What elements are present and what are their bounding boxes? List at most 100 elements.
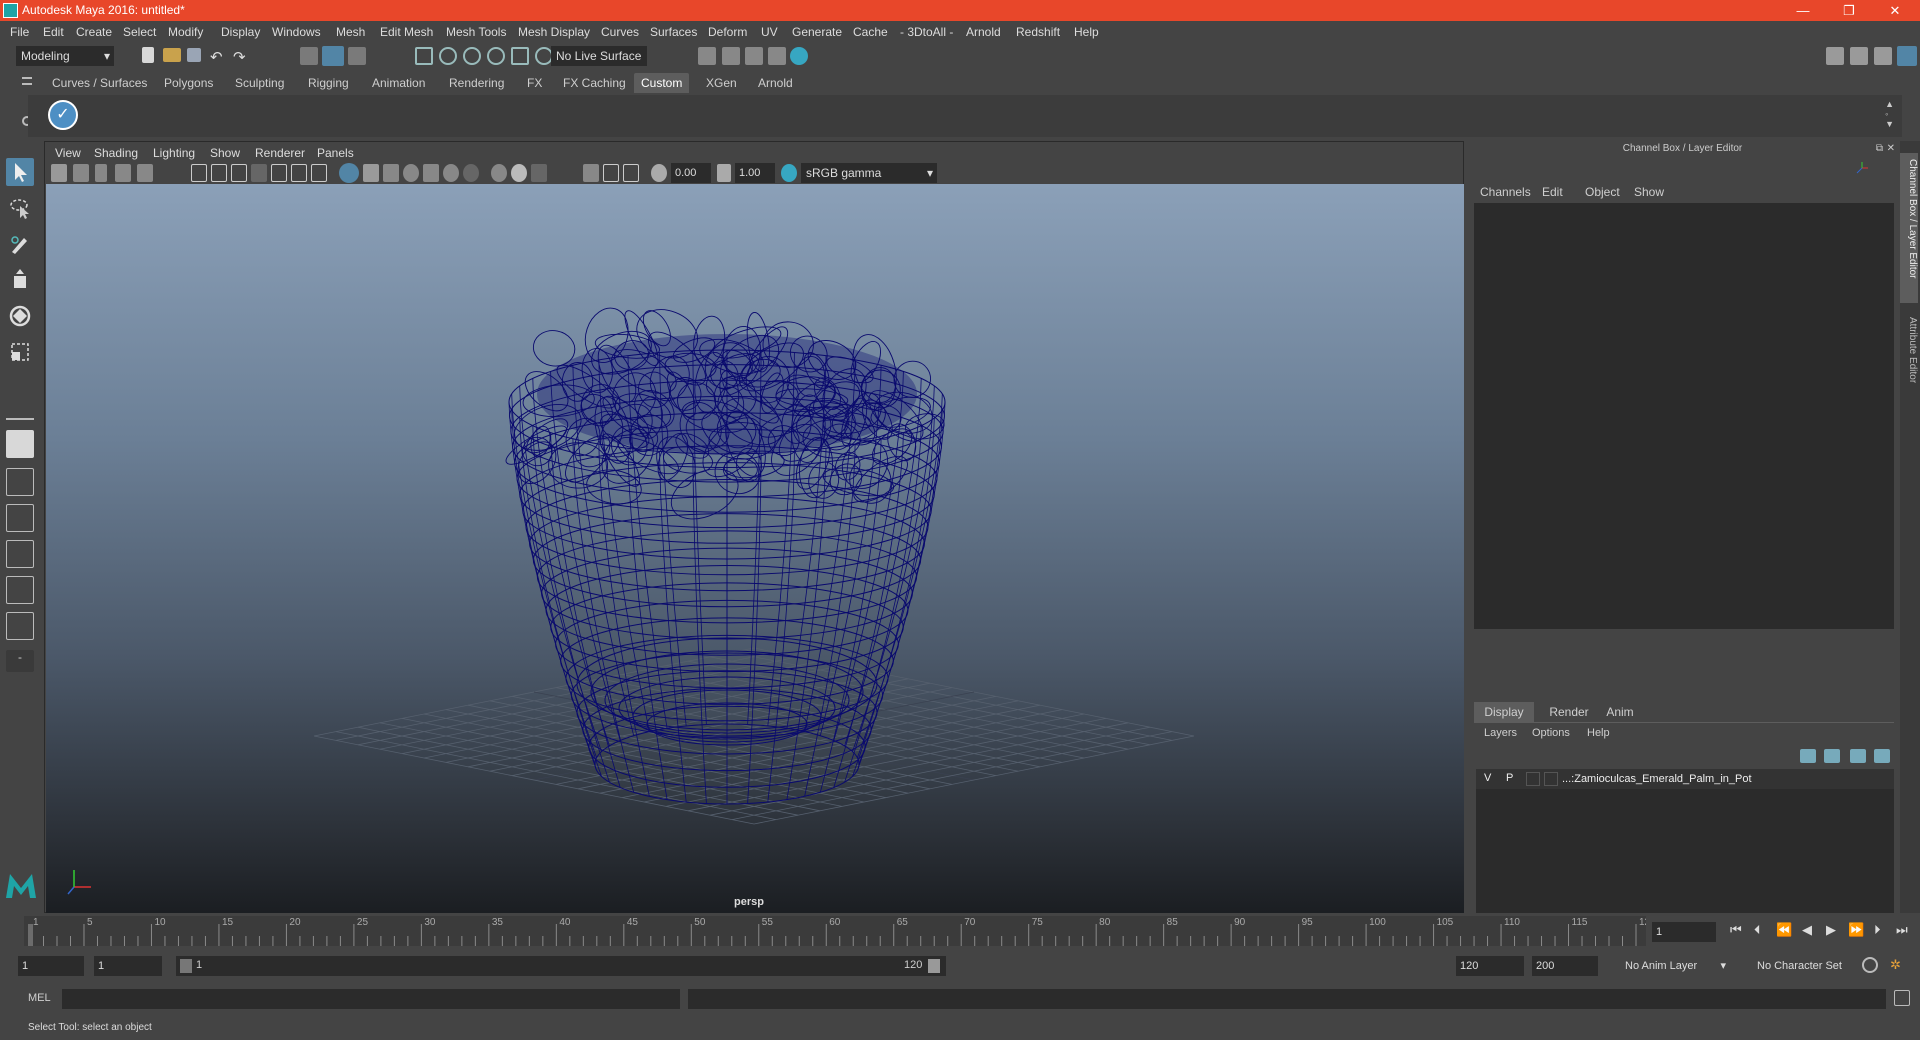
- persp-graph-layout-icon[interactable]: [6, 540, 34, 568]
- shelf-tab-arnold[interactable]: Arnold: [751, 73, 800, 93]
- menu-mesh-display[interactable]: Mesh Display: [518, 25, 590, 39]
- command-input[interactable]: [62, 989, 680, 1009]
- menu-3dtoall[interactable]: - 3DtoAll -: [900, 25, 953, 39]
- layer-name[interactable]: ...:Zamioculcas_Emerald_Palm_in_Pot: [1562, 773, 1752, 785]
- gamma-icon[interactable]: [717, 164, 731, 182]
- gamma-field[interactable]: 1.00: [735, 163, 775, 183]
- attribute-editor-toggle-icon[interactable]: [1850, 47, 1868, 65]
- menu-deform[interactable]: Deform: [708, 25, 747, 39]
- image-plane-icon[interactable]: [115, 164, 131, 182]
- shadows-icon[interactable]: [463, 164, 479, 182]
- cb-menu-channels[interactable]: Channels: [1480, 185, 1531, 199]
- four-view-layout-icon[interactable]: [6, 468, 34, 496]
- layer-tab-display[interactable]: Display: [1474, 702, 1534, 722]
- textured-icon[interactable]: [423, 164, 439, 182]
- menu-help[interactable]: Help: [1074, 25, 1099, 39]
- layer-color-swatch[interactable]: [1544, 772, 1558, 786]
- vp-menu-panels[interactable]: Panels: [317, 146, 354, 160]
- snap-surface-icon[interactable]: [511, 47, 529, 65]
- open-scene-icon[interactable]: [163, 48, 181, 62]
- move-tool-icon[interactable]: [6, 266, 34, 294]
- layer-menu-help[interactable]: Help: [1587, 727, 1610, 739]
- vp-menu-view[interactable]: View: [55, 146, 81, 160]
- safe-action-icon[interactable]: [291, 164, 307, 182]
- play-forward-icon[interactable]: ▶: [1826, 922, 1836, 938]
- go-to-start-icon[interactable]: ⏮: [1730, 922, 1742, 938]
- command-language-label[interactable]: MEL: [28, 992, 51, 1004]
- channel-box-toggle-icon[interactable]: [1897, 46, 1917, 66]
- playback-start-field[interactable]: 1: [94, 956, 162, 976]
- snap-grid-icon[interactable]: [415, 47, 433, 65]
- use-all-lights-icon[interactable]: [443, 164, 459, 182]
- menu-create[interactable]: Create: [76, 25, 112, 39]
- single-perspective-layout-icon[interactable]: [6, 430, 34, 458]
- menu-redshift[interactable]: Redshift: [1016, 25, 1060, 39]
- menu-uv[interactable]: UV: [761, 25, 778, 39]
- current-time-indicator[interactable]: [28, 924, 33, 946]
- hypershade-icon[interactable]: [790, 47, 808, 65]
- menu-generate[interactable]: Generate: [792, 25, 842, 39]
- layer-menu-options[interactable]: Options: [1532, 727, 1570, 739]
- snap-curve-icon[interactable]: [439, 47, 457, 65]
- scale-tool-icon[interactable]: [6, 338, 34, 366]
- modeling-toolkit-icon[interactable]: [1826, 47, 1844, 65]
- character-set-dropdown[interactable]: No Character Set: [1752, 956, 1862, 976]
- shelf-tab-curves-surfaces[interactable]: Curves / Surfaces: [45, 73, 154, 93]
- vp-menu-lighting[interactable]: Lighting: [153, 146, 195, 160]
- select-tool-icon[interactable]: [6, 158, 34, 186]
- save-scene-icon[interactable]: [187, 48, 201, 62]
- close-panel-icon[interactable]: ✕: [1887, 143, 1895, 154]
- ipr-render-icon[interactable]: [745, 47, 763, 65]
- menu-cache[interactable]: Cache: [853, 25, 888, 39]
- auto-key-icon[interactable]: [1862, 957, 1878, 973]
- menu-mesh-tools[interactable]: Mesh Tools: [446, 25, 506, 39]
- check-shelf-icon[interactable]: ✓: [48, 100, 78, 130]
- layer-type-toggle[interactable]: [1526, 772, 1540, 786]
- multisample-aa-icon[interactable]: [531, 164, 547, 182]
- snap-view-icon[interactable]: [487, 47, 505, 65]
- shelf-tab-custom[interactable]: Custom: [634, 73, 690, 93]
- animation-start-field[interactable]: 1: [18, 956, 84, 976]
- exposure-field[interactable]: 0.00: [671, 163, 711, 183]
- menu-modify[interactable]: Modify: [168, 25, 203, 39]
- redo-icon[interactable]: ↷: [233, 48, 251, 66]
- rotate-tool-icon[interactable]: [6, 302, 34, 330]
- undo-icon[interactable]: ↶: [210, 48, 228, 66]
- shelf-tab-rigging[interactable]: Rigging: [301, 73, 356, 93]
- select-object-icon[interactable]: [322, 46, 344, 66]
- more-layouts-icon[interactable]: -: [6, 650, 34, 672]
- anim-layer-dropdown[interactable]: No Anim Layer ▾: [1620, 956, 1730, 976]
- color-space-dropdown[interactable]: sRGB gamma ▾: [801, 163, 937, 183]
- menu-edit[interactable]: Edit: [43, 25, 64, 39]
- range-start-handle[interactable]: [180, 959, 192, 973]
- snap-point-icon[interactable]: [463, 47, 481, 65]
- close-button[interactable]: ✕: [1872, 0, 1918, 21]
- menu-windows[interactable]: Windows: [272, 25, 321, 39]
- layer-visibility-toggle[interactable]: V: [1484, 772, 1491, 784]
- render-frame-icon[interactable]: [722, 47, 740, 65]
- cb-menu-object[interactable]: Object: [1585, 185, 1620, 199]
- step-forward-key-icon[interactable]: ⏩: [1848, 922, 1864, 938]
- menu-edit-mesh[interactable]: Edit Mesh: [380, 25, 433, 39]
- vp-menu-shading[interactable]: Shading: [94, 146, 138, 160]
- perspective-viewport[interactable]: persp: [46, 184, 1464, 913]
- layer-menu-layers[interactable]: Layers: [1484, 727, 1517, 739]
- shelf-scroll-icon[interactable]: ▲ ◦ ▼: [1885, 99, 1894, 129]
- wireframe-on-shaded-icon[interactable]: [383, 164, 399, 182]
- cb-menu-show[interactable]: Show: [1634, 185, 1664, 199]
- grid-icon[interactable]: [191, 164, 207, 182]
- menu-mesh[interactable]: Mesh: [336, 25, 365, 39]
- step-back-icon[interactable]: ⏴: [1754, 922, 1761, 938]
- time-slider[interactable]: 1 5 10 15 20 25 30 35 40 45 50 55 60 65 70 75 80 85 90 95 10…: [24, 916, 1656, 946]
- go-to-end-icon[interactable]: ⏭: [1896, 922, 1908, 938]
- ambient-occlusion-icon[interactable]: [491, 164, 507, 182]
- menu-file[interactable]: File: [10, 25, 29, 39]
- 2d-pan-zoom-icon[interactable]: [137, 164, 153, 182]
- persp-uv-layout-icon[interactable]: [6, 612, 34, 640]
- step-back-key-icon[interactable]: ⏪: [1776, 922, 1792, 938]
- animation-preferences-icon[interactable]: ✲: [1890, 957, 1906, 973]
- field-chart-icon[interactable]: [271, 164, 287, 182]
- shelf-tab-xgen[interactable]: XGen: [699, 73, 744, 93]
- vp-menu-show[interactable]: Show: [210, 146, 240, 160]
- layer-playback-toggle[interactable]: P: [1506, 772, 1513, 784]
